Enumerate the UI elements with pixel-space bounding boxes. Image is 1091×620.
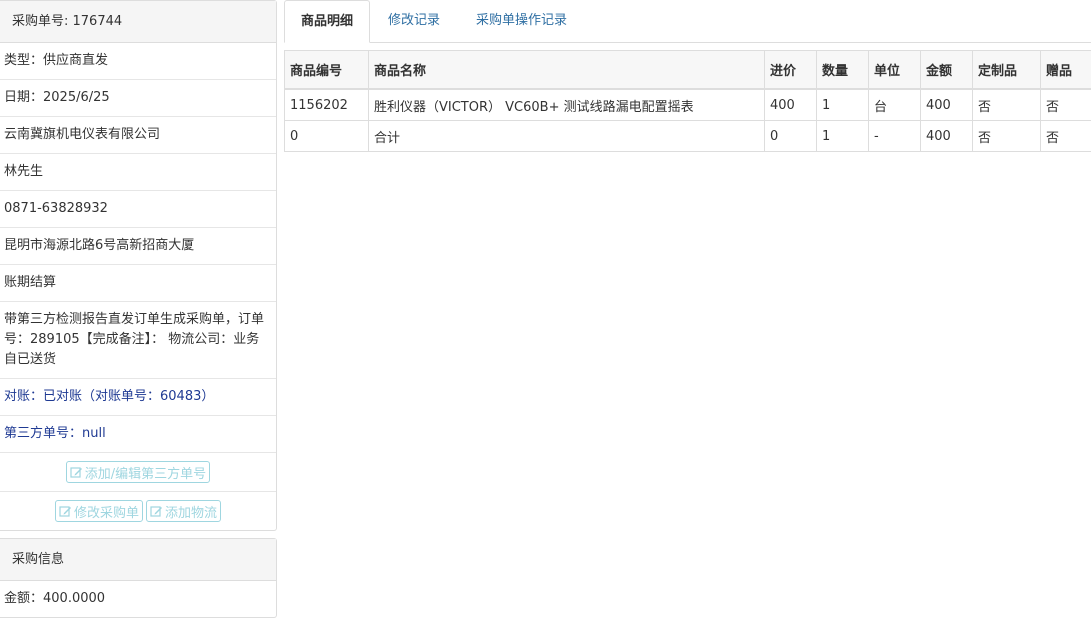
table-header-row: 商品编号 商品名称 进价 数量 单位 金额 定制品 赠品 xyxy=(284,50,1091,90)
column-header[interactable]: 赠品 xyxy=(1040,50,1091,90)
supplier-address: 昆明市海源北路6号高新招商大厦 xyxy=(0,228,276,265)
table-cell: 胜利仪器（VICTOR） VC60B+ 测试线路漏电配置摇表 xyxy=(368,88,765,121)
table-cell: 否 xyxy=(1040,88,1091,121)
table-cell: 400 xyxy=(920,120,973,152)
order-action-button-row: 修改采购单 添加物流 xyxy=(0,492,276,530)
edit-icon xyxy=(70,466,82,478)
table-cell: 1156202 xyxy=(284,88,369,121)
order-remark: 带第三方检测报告直发订单生成采购单，订单号：289105【完成备注】： 物流公司… xyxy=(0,302,276,379)
purchase-amount: 金额：400.0000 xyxy=(4,591,106,606)
tab-order-operation-log[interactable]: 采购单操作记录 xyxy=(458,0,585,42)
order-date: 日期：2025/6/25 xyxy=(0,80,276,117)
tab-modification-log[interactable]: 修改记录 xyxy=(370,0,458,42)
table-cell: 1 xyxy=(816,88,869,121)
table-cell: 400 xyxy=(920,88,973,121)
column-header[interactable]: 单位 xyxy=(868,50,921,90)
purchase-info-heading: 采购信息 xyxy=(0,539,276,581)
edit-third-party-label: 添加/编辑第三方单号 xyxy=(84,466,207,482)
contact-phone: 0871-63828932 xyxy=(0,191,276,228)
modify-order-label: 修改采购单 xyxy=(73,505,139,521)
table-row: 1156202 胜利仪器（VICTOR） VC60B+ 测试线路漏电配置摇表 4… xyxy=(284,88,1091,121)
table-cell: 否 xyxy=(972,120,1041,152)
table-cell: 台 xyxy=(868,88,921,121)
purchase-info-panel: 采购信息 金额：400.0000 xyxy=(0,538,277,618)
product-table: 商品编号 商品名称 进价 数量 单位 金额 定制品 赠品 1156202 胜利仪… xyxy=(284,50,1091,152)
table-cell: 否 xyxy=(972,88,1041,121)
table-cell: - xyxy=(868,120,921,152)
tab-product-details[interactable]: 商品明细 xyxy=(284,0,371,43)
column-header[interactable]: 金额 xyxy=(920,50,973,90)
third-party-number: 第三方单号：null xyxy=(0,416,276,453)
table-cell: 400 xyxy=(764,88,817,121)
table-cell: 合计 xyxy=(368,120,765,152)
table-cell: 否 xyxy=(1040,120,1091,152)
order-info-panel: 采购单号: 176744 类型：供应商直发 日期：2025/6/25 云南冀旗机… xyxy=(0,0,277,531)
main-content: 商品明细 修改记录 采购单操作记录 商品编号 商品名称 进价 数量 单位 金额 … xyxy=(284,0,1091,152)
order-type: 类型：供应商直发 xyxy=(0,43,276,80)
table-cell: 0 xyxy=(764,120,817,152)
third-party-button-row: 添加/编辑第三方单号 xyxy=(0,453,276,492)
add-logistics-button[interactable]: 添加物流 xyxy=(146,500,222,522)
table-cell: 1 xyxy=(816,120,869,152)
reconciliation-status: 对账：已对账（对账单号：60483） xyxy=(0,379,276,416)
payment-terms: 账期结算 xyxy=(0,265,276,302)
order-number-heading: 采购单号: 176744 xyxy=(0,1,276,43)
tab-bar: 商品明细 修改记录 采购单操作记录 xyxy=(284,0,1091,43)
supplier-name: 云南冀旗机电仪表有限公司 xyxy=(0,117,276,154)
column-header[interactable]: 数量 xyxy=(816,50,869,90)
edit-third-party-button[interactable]: 添加/编辑第三方单号 xyxy=(65,461,211,483)
edit-icon xyxy=(59,505,71,517)
column-header[interactable]: 进价 xyxy=(764,50,817,90)
edit-icon xyxy=(150,505,162,517)
contact-name: 林先生 xyxy=(0,154,276,191)
table-cell: 0 xyxy=(284,120,369,152)
column-header[interactable]: 商品编号 xyxy=(284,50,369,90)
table-total-row: 0 合计 0 1 - 400 否 否 xyxy=(284,120,1091,152)
column-header[interactable]: 商品名称 xyxy=(368,50,765,90)
column-header[interactable]: 定制品 xyxy=(972,50,1041,90)
add-logistics-label: 添加物流 xyxy=(165,505,218,521)
order-sidebar: 采购单号: 176744 类型：供应商直发 日期：2025/6/25 云南冀旗机… xyxy=(0,0,277,618)
modify-order-button[interactable]: 修改采购单 xyxy=(54,500,143,522)
